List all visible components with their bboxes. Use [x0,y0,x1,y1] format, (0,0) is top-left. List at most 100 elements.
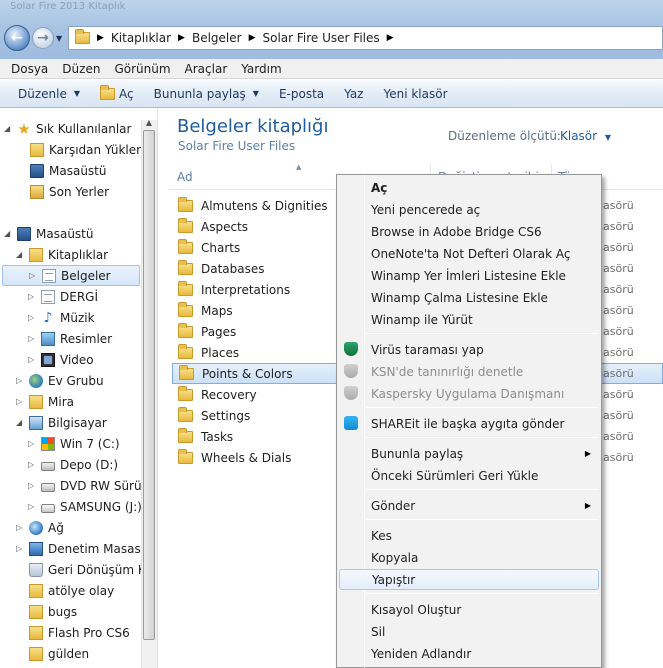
nav-music[interactable]: ▷ ♪ Müzik [28,307,95,328]
folder-row[interactable]: Recovery [172,384,342,405]
expand-arrow-icon[interactable]: ▷ [28,355,36,364]
nav-desktop-favorite[interactable]: Masaüstü [30,160,106,181]
organize-button[interactable]: Düzenle ▼ [8,87,90,101]
breadcrumb-documents[interactable]: Belgeler [192,31,242,45]
ctx-restore-versions[interactable]: Önceki Sürümleri Geri Yükle [339,465,599,486]
ctx-virus-scan[interactable]: Virüs taraması yap [339,339,599,360]
nav-scrollbar-thumb[interactable] [143,130,155,640]
nav-gulden[interactable]: gülden [16,643,89,664]
folder-row[interactable]: Databases [172,258,342,279]
nav-documents[interactable]: ▷ Belgeler [2,265,140,286]
nav-mira[interactable]: ▷ Mira [16,391,74,412]
nav-drive-d[interactable]: ▷ Depo (D:) [28,454,118,475]
email-button[interactable]: E-posta [269,87,334,101]
menu-help[interactable]: Yardım [234,62,288,76]
chevron-right-icon[interactable]: ▶ [178,33,185,43]
ctx-ksn-check[interactable]: KSN'de tanınırlığı denetle [339,361,599,382]
arrange-by-dropdown[interactable]: Klasör ▼ [560,129,611,143]
ctx-paste[interactable]: Yapıştır [339,569,599,590]
ctx-open-new-window[interactable]: Yeni pencerede aç [339,199,599,220]
ctx-winamp-bookmarks[interactable]: Winamp Yer İmleri Listesine Ekle [339,265,599,286]
menu-edit[interactable]: Düzen [55,62,107,76]
nav-video[interactable]: ▷ Video [28,349,94,370]
folder-row[interactable]: Pages [172,321,342,342]
ctx-copy[interactable]: Kopyala [339,547,599,568]
library-subtitle[interactable]: Solar Fire User Files [178,139,295,153]
ctx-create-shortcut[interactable]: Kısayol Oluştur [339,599,599,620]
folder-row[interactable]: Wheels & Dials [172,447,342,468]
expand-arrow-icon[interactable]: ▷ [28,481,36,490]
address-bar[interactable]: ▶ Kitaplıklar ▶ Belgeler ▶ Solar Fire Us… [68,26,663,50]
expand-arrow-icon[interactable]: ◢ [4,124,12,133]
folder-row[interactable]: Interpretations [172,279,342,300]
expand-arrow-icon[interactable]: ▷ [16,544,24,553]
nav-dvd-drive[interactable]: ▷ DVD RW Sürücü [28,475,156,496]
menu-tools[interactable]: Araçlar [178,62,235,76]
ctx-winamp-play[interactable]: Winamp ile Yürüt [339,309,599,330]
nav-favorites[interactable]: ◢ ★ Sık Kullanılanlar [4,118,131,139]
scroll-up-arrow-icon[interactable]: ▲ [143,118,155,128]
folder-row[interactable]: Maps [172,300,342,321]
expand-arrow-icon[interactable]: ▷ [29,271,37,280]
nav-drive-j[interactable]: ▷ SAMSUNG (J:) [28,496,142,517]
expand-arrow-icon[interactable]: ▷ [28,334,36,343]
new-folder-button[interactable]: Yeni klasör [373,87,457,101]
nav-flash[interactable]: Flash Pro CS6 [16,622,130,643]
nav-drive-c[interactable]: ▷ Win 7 (C:) [28,433,120,454]
folder-row[interactable]: Settings [172,405,342,426]
ctx-browse-bridge[interactable]: Browse in Adobe Bridge CS6 [339,221,599,242]
nav-dergi[interactable]: ▷ DERGİ [28,286,98,307]
nav-recent-places[interactable]: Son Yerler [30,181,109,202]
ctx-open[interactable]: Aç [339,177,599,198]
back-button[interactable]: ← [4,25,30,51]
folder-row[interactable]: Places [172,342,342,363]
column-header-name[interactable]: Ad [177,170,193,184]
folder-row[interactable]: Aspects [172,216,342,237]
folder-row[interactable]: Charts [172,237,342,258]
recent-pages-dropdown[interactable]: ▼ [56,34,66,44]
ctx-winamp-playlist[interactable]: Winamp Çalma Listesine Ekle [339,287,599,308]
ctx-send-to[interactable]: Gönder ▶ [339,495,599,516]
expand-arrow-icon[interactable]: ◢ [4,229,12,238]
ctx-share-with[interactable]: Bununla paylaş ▶ [339,443,599,464]
breadcrumb-solar-fire[interactable]: Solar Fire User Files [263,31,380,45]
ctx-rename[interactable]: Yeniden Adlandır [339,643,599,664]
print-button[interactable]: Yaz [334,87,373,101]
nav-network[interactable]: ▷ Ağ [16,517,64,538]
open-button[interactable]: Aç [90,84,144,101]
expand-arrow-icon[interactable]: ▷ [28,313,36,322]
chevron-right-icon[interactable]: ▶ [97,33,104,43]
folder-row[interactable]: Almutens & Dignities [172,195,342,216]
breadcrumb-libraries[interactable]: Kitaplıklar [111,31,171,45]
nav-desktop[interactable]: ◢ Masaüstü [4,223,93,244]
menu-view[interactable]: Görünüm [107,62,177,76]
ctx-cut[interactable]: Kes [339,525,599,546]
share-with-button[interactable]: Bununla paylaş ▼ [144,87,269,101]
folder-row[interactable]: Tasks [172,426,342,447]
expand-arrow-icon[interactable]: ▷ [28,502,36,511]
nav-recycle-bin[interactable]: Geri Dönüşüm Ku [16,559,153,580]
nav-computer[interactable]: ◢ Bilgisayar [16,412,107,433]
nav-atolye[interactable]: atölye olay [16,580,114,601]
ctx-kaspersky-advisor[interactable]: Kaspersky Uygulama Danışmanı [339,383,599,404]
expand-arrow-icon[interactable]: ◢ [16,418,24,427]
nav-control-panel[interactable]: ▷ Denetim Masası [16,538,144,559]
expand-arrow-icon[interactable]: ▷ [16,376,24,385]
expand-arrow-icon[interactable]: ▷ [28,292,36,301]
expand-arrow-icon[interactable]: ◢ [16,250,24,259]
expand-arrow-icon[interactable]: ▷ [28,439,36,448]
nav-homegroup[interactable]: ▷ Ev Grubu [16,370,104,391]
nav-libraries[interactable]: ◢ Kitaplıklar [16,244,108,265]
expand-arrow-icon[interactable]: ▷ [28,460,36,469]
ctx-delete[interactable]: Sil [339,621,599,642]
nav-bugs[interactable]: bugs [16,601,77,622]
nav-downloads[interactable]: Karşıdan Yüklem [30,139,148,160]
menu-file[interactable]: Dosya [4,62,55,76]
ctx-shareit[interactable]: SHAREit ile başka aygıta gönder [339,413,599,434]
expand-arrow-icon[interactable]: ▷ [16,397,24,406]
expand-arrow-icon[interactable]: ▷ [16,523,24,532]
chevron-right-icon[interactable]: ▶ [387,33,394,43]
chevron-right-icon[interactable]: ▶ [249,33,256,43]
forward-button[interactable]: → [32,27,54,49]
ctx-open-onenote[interactable]: OneNote'ta Not Defteri Olarak Aç [339,243,599,264]
